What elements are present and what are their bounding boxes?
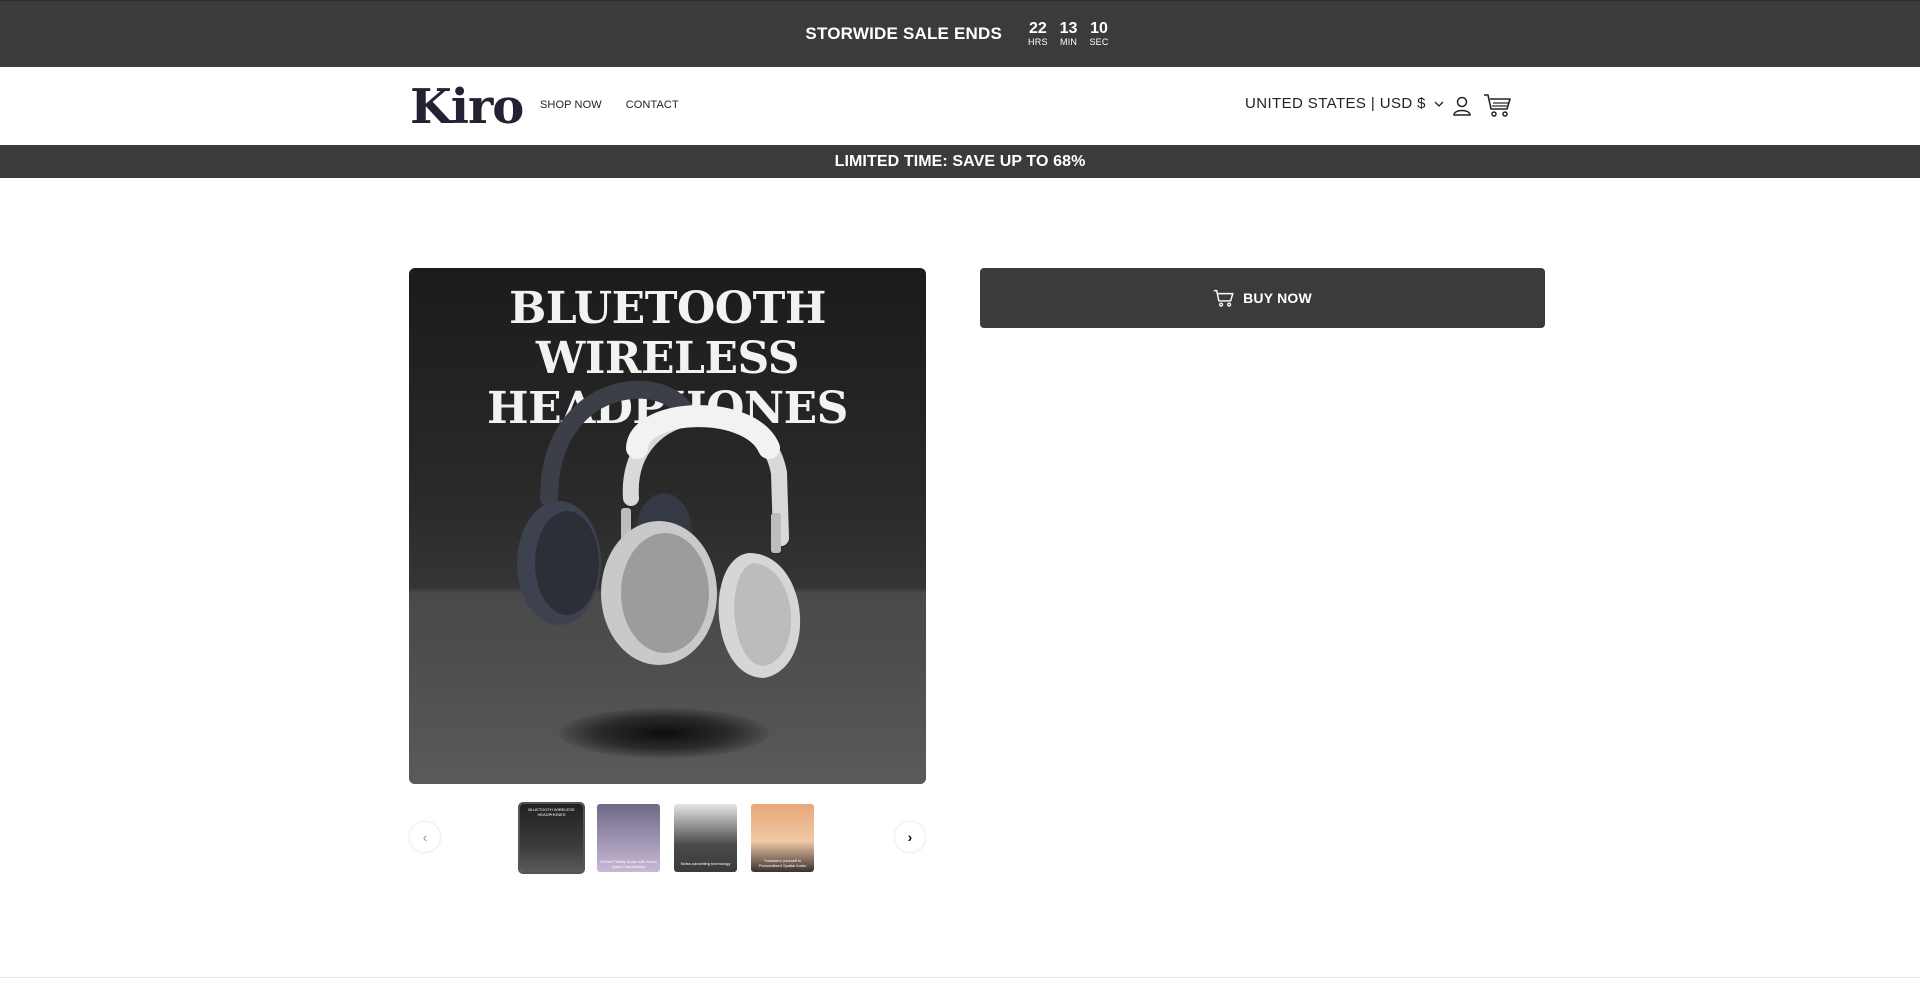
chevron-right-icon: › bbox=[907, 829, 913, 845]
thumbnail-4-caption: Transform yourself in Personalized Spati… bbox=[758, 858, 807, 868]
countdown-bar: STORWIDE SALE ENDS 22 HRS 13 MIN 10 SEC bbox=[0, 0, 1920, 67]
footer-divider bbox=[0, 977, 1920, 978]
countdown-seconds-value: 10 bbox=[1090, 20, 1108, 37]
main-nav: SHOP NOW CONTACT bbox=[540, 99, 679, 111]
account-icon[interactable] bbox=[1452, 95, 1472, 117]
buy-now-label: BUY NOW bbox=[1243, 290, 1312, 306]
thumbnail-next-button[interactable]: › bbox=[895, 822, 925, 852]
nav-shop-now[interactable]: SHOP NOW bbox=[540, 99, 602, 111]
nav-contact[interactable]: CONTACT bbox=[626, 99, 679, 111]
chevron-left-icon: ‹ bbox=[422, 829, 428, 845]
countdown-title: STORWIDE SALE ENDS bbox=[805, 24, 1003, 43]
countdown-minutes-value: 13 bbox=[1059, 20, 1078, 37]
locale-label: UNITED STATES | USD $ bbox=[1245, 95, 1426, 112]
countdown-seconds-label: SEC bbox=[1089, 37, 1109, 47]
countdown-minutes-label: MIN bbox=[1060, 37, 1078, 47]
buy-now-button[interactable]: BUY NOW bbox=[980, 268, 1545, 328]
thumbnail-1[interactable]: BLUETOOTH WIRELESS HEADPHONES bbox=[518, 802, 585, 874]
thumbnail-4[interactable]: Transform yourself in Personalized Spati… bbox=[751, 804, 814, 872]
chevron-down-icon bbox=[1434, 101, 1444, 107]
cart-icon bbox=[1213, 289, 1234, 307]
promo-banner: LIMITED TIME: SAVE UP TO 68% bbox=[0, 145, 1920, 178]
site-header: Kiro SHOP NOW CONTACT UNITED STATES | US… bbox=[0, 67, 1920, 145]
countdown-hours: 22 HRS bbox=[1028, 20, 1048, 48]
headphones-illustration bbox=[517, 380, 801, 678]
cart-icon[interactable] bbox=[1483, 92, 1513, 118]
countdown-minutes: 13 MIN bbox=[1060, 20, 1078, 48]
product-main-image[interactable]: BLUETOOTH WIRELESS HEADPHONES bbox=[409, 268, 926, 784]
thumbnail-3[interactable]: Noise-cancelling technology bbox=[674, 804, 737, 872]
locale-selector[interactable]: UNITED STATES | USD $ bbox=[1245, 95, 1444, 112]
countdown-hours-label: HRS bbox=[1028, 37, 1048, 47]
thumbnail-1-caption: BLUETOOTH WIRELESS HEADPHONES bbox=[528, 807, 575, 817]
thumbnail-2[interactable]: Hi-Res Fidelity Audio with Active Noise … bbox=[597, 804, 660, 872]
countdown-seconds: 10 SEC bbox=[1089, 20, 1108, 48]
thumbnail-list: BLUETOOTH WIRELESS HEADPHONES Hi-Res Fid… bbox=[518, 802, 814, 874]
thumbnail-3-caption: Noise-cancelling technology bbox=[680, 861, 731, 866]
countdown-hours-value: 22 bbox=[1028, 20, 1047, 37]
promo-text: LIMITED TIME: SAVE UP TO 68% bbox=[834, 152, 1086, 170]
site-logo[interactable]: Kiro bbox=[410, 79, 524, 135]
thumbnail-prev-button[interactable]: ‹ bbox=[410, 822, 440, 852]
thumbnail-2-caption: Hi-Res Fidelity Audio with Active Noise … bbox=[599, 859, 658, 869]
